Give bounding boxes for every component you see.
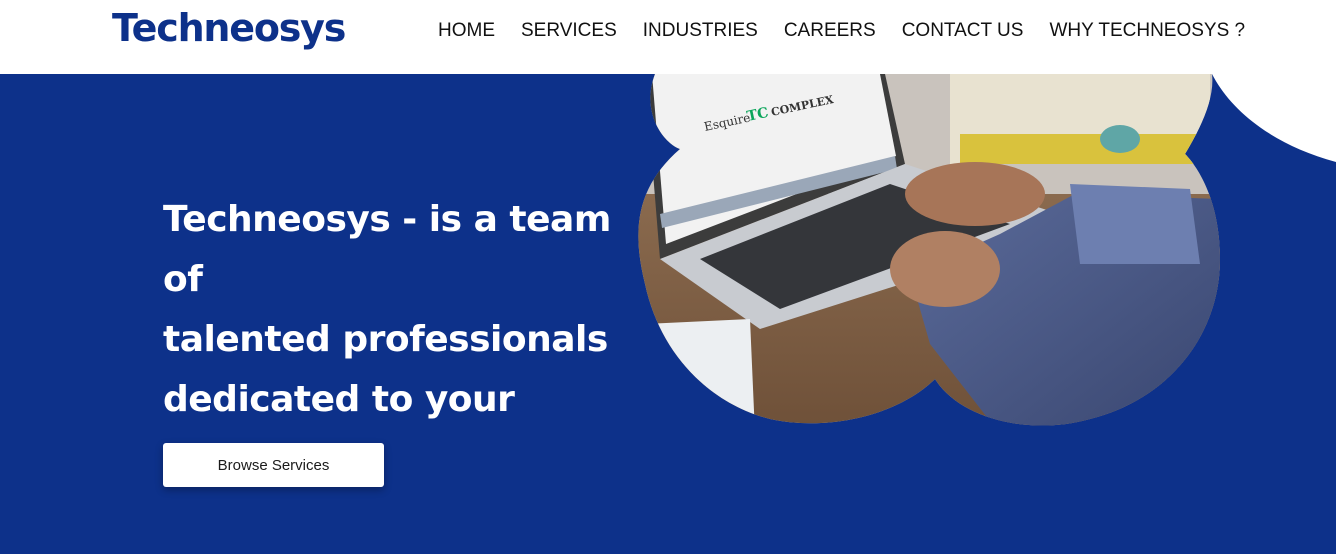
nav-why-techneosys[interactable]: WHY TECHNEOSYS ? xyxy=(1049,20,1245,44)
hero-headline-line-2: talented professionals xyxy=(163,319,608,360)
nav-industries[interactable]: INDUSTRIES xyxy=(643,20,758,44)
nav-careers[interactable]: CAREERS xyxy=(784,20,876,44)
browse-services-button[interactable]: Browse Services xyxy=(163,443,384,487)
hero-headline-line-1: Techneosys - is a team of xyxy=(163,199,611,300)
nav-contact-us[interactable]: CONTACT US xyxy=(902,20,1024,44)
site-header: Techneosys HOME SERVICES INDUSTRIES CARE… xyxy=(0,0,1336,74)
nav-home[interactable]: HOME xyxy=(438,20,495,44)
main-nav: HOME SERVICES INDUSTRIES CAREERS CONTACT… xyxy=(438,20,1245,44)
nav-services[interactable]: SERVICES xyxy=(521,20,617,44)
hero-section: Esquire TC COMPLEX Techneosys - is a tea… xyxy=(0,74,1336,554)
hero-headline-line-3: dedicated to your xyxy=(163,379,515,420)
site-logo[interactable]: Techneosys xyxy=(112,6,346,50)
